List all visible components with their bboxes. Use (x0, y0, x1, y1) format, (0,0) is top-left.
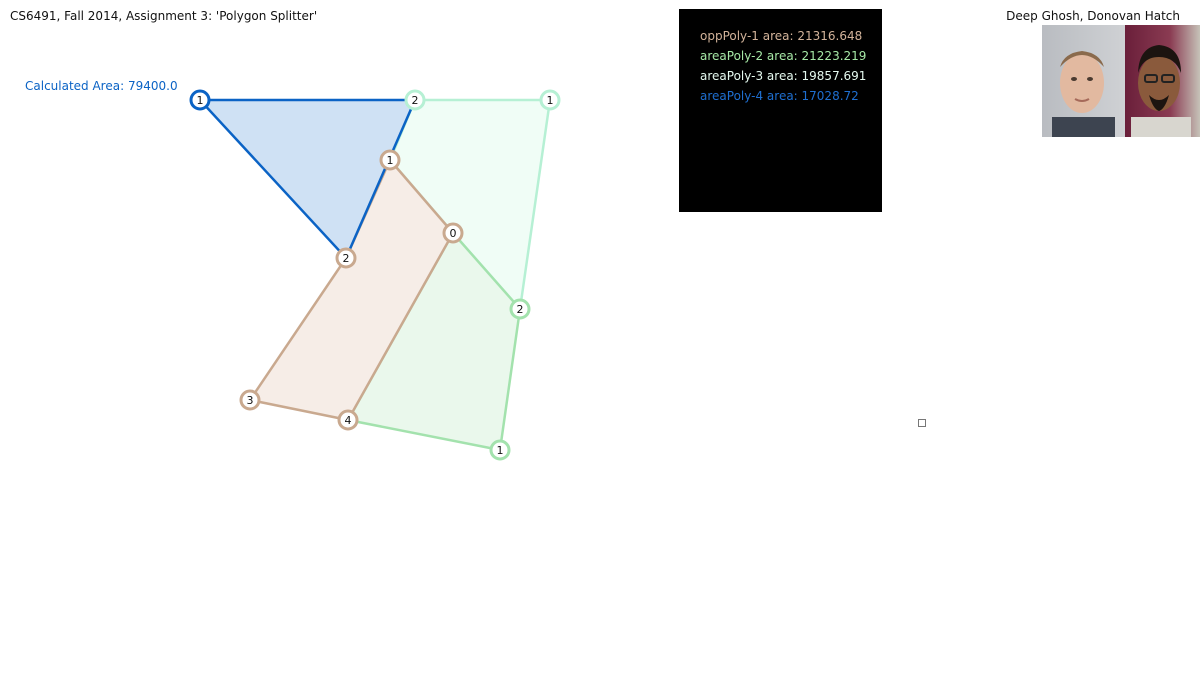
author-photo-left (1042, 25, 1125, 137)
vertex-green-2[interactable]: 2 (509, 298, 531, 320)
canvas-marker (918, 419, 926, 427)
vertex-tan-1[interactable]: 1 (379, 149, 401, 171)
vertex-label: 1 (387, 154, 394, 167)
vertex-label: 0 (450, 227, 457, 240)
area-line-areapoly-3: areaPoly-3 area: 19857.691 (700, 69, 867, 83)
polygon-canvas[interactable]: 1 2 1 1 0 2 2 3 4 1 (0, 0, 1200, 700)
vertex-label: 1 (497, 444, 504, 457)
vertex-label: 3 (247, 394, 254, 407)
vertex-green-1[interactable]: 1 (489, 439, 511, 461)
vertex-tan-4[interactable]: 4 (337, 409, 359, 431)
vertex-label: 2 (343, 252, 350, 265)
vertex-tan-2[interactable]: 2 (335, 247, 357, 269)
area-line-areapoly-4: areaPoly-4 area: 17028.72 (700, 89, 859, 103)
vertex-label: 4 (345, 414, 352, 427)
vertex-label: 2 (412, 94, 419, 107)
area-info-panel: oppPoly-1 area: 21316.648 areaPoly-2 are… (679, 9, 882, 212)
vertex-tan-0[interactable]: 0 (442, 222, 464, 244)
vertex-label: 1 (197, 94, 204, 107)
author-photos (1042, 25, 1200, 137)
author-photo-right (1125, 25, 1200, 137)
vertex-mint-2-top[interactable]: 2 (404, 89, 426, 111)
area-line-opppoly-1: oppPoly-1 area: 21316.648 (700, 29, 863, 43)
area-line-areapoly-2: areaPoly-2 area: 21223.219 (700, 49, 867, 63)
vertex-label: 1 (547, 94, 554, 107)
vertex-mint-1[interactable]: 1 (539, 89, 561, 111)
vertex-blue-1[interactable]: 1 (189, 89, 211, 111)
vertex-tan-3[interactable]: 3 (239, 389, 261, 411)
vertex-label: 2 (517, 303, 524, 316)
